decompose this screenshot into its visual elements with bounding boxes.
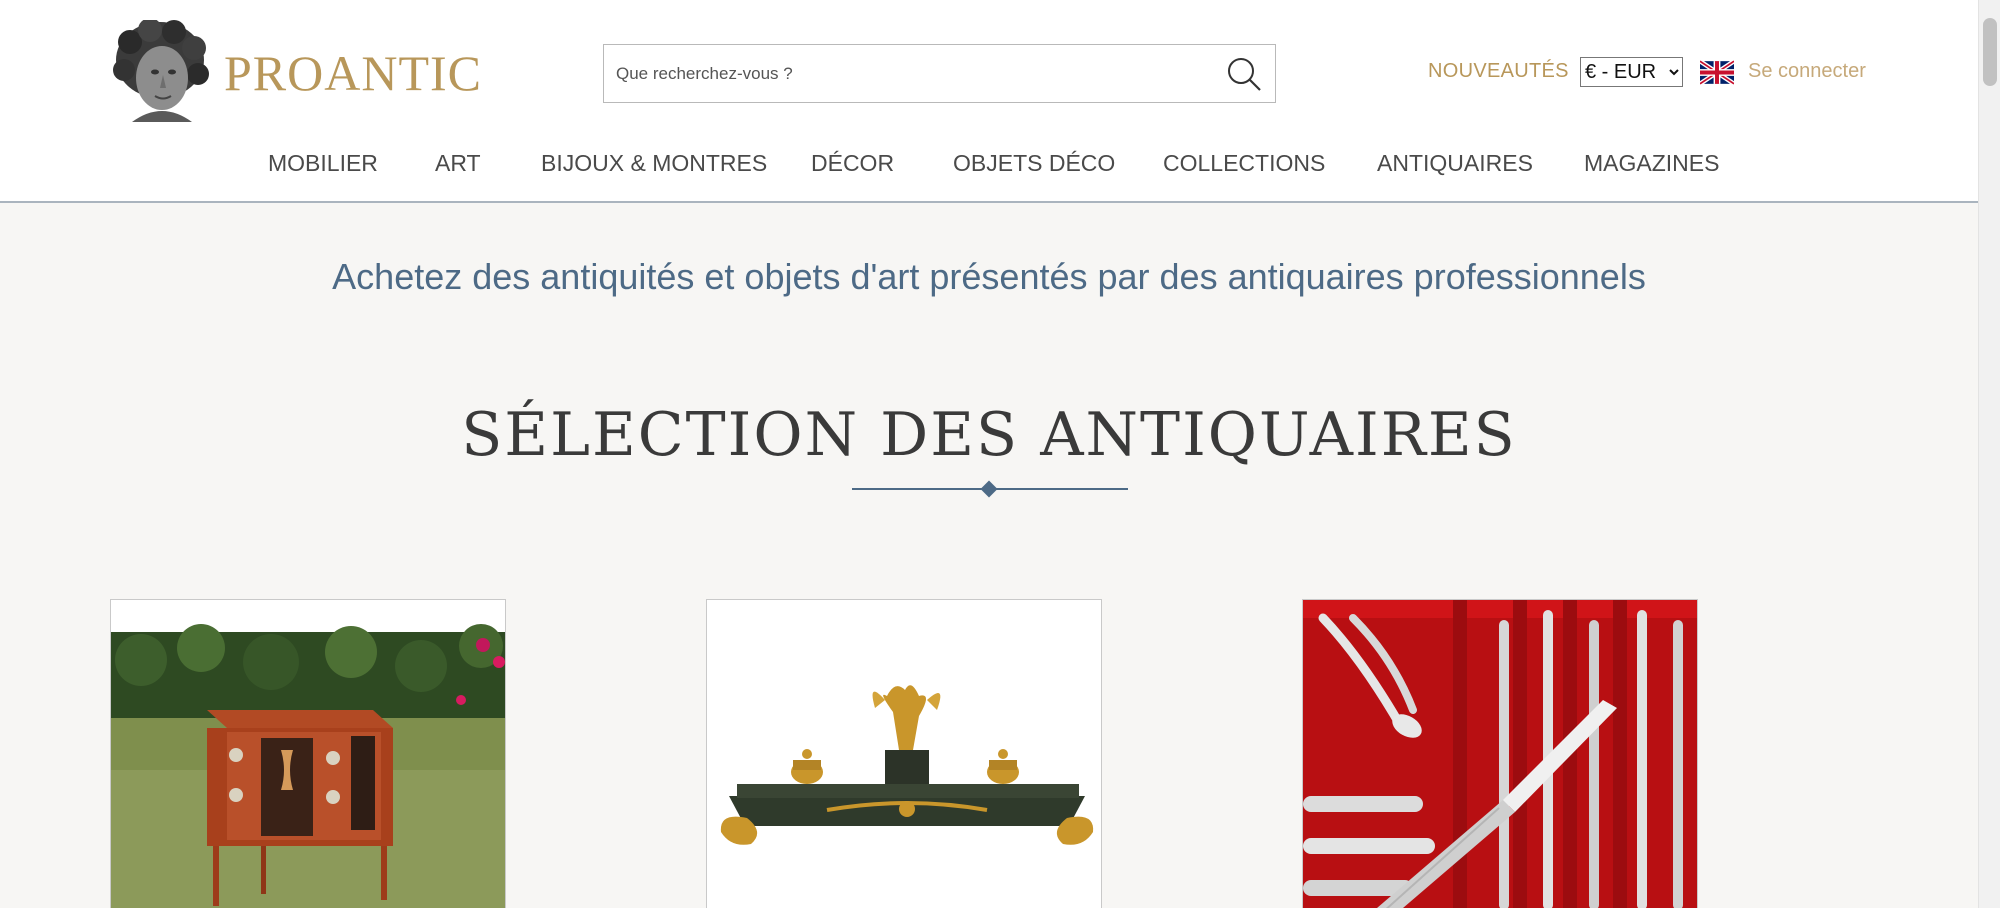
tagline: Achetez des antiquités et objets d'art p… [332, 256, 1646, 297]
search-input[interactable] [616, 45, 1196, 102]
nav-item-antiquaires[interactable]: ANTIQUAIRES [1377, 150, 1533, 177]
logo-bust-icon[interactable] [110, 18, 210, 122]
site-header: PROANTIC NOUVEAUTÉS € - EUR Se con [0, 0, 1978, 203]
empire-eagle-inkstand-photo [707, 600, 1101, 908]
nav-item-decor[interactable]: DÉCOR [811, 150, 894, 177]
brand-name[interactable]: PROANTIC [224, 44, 482, 102]
inlaid-commode-photo [111, 600, 505, 908]
nav-item-objets-deco[interactable]: OBJETS DÉCO [953, 150, 1115, 177]
news-link[interactable]: NOUVEAUTÉS [1428, 60, 1569, 83]
main-nav: MOBILIER ART BIJOUX & MONTRES DÉCOR OBJE… [0, 150, 1978, 180]
product-card-cutlery[interactable] [1302, 599, 1698, 908]
currency-select[interactable]: € - EUR [1580, 57, 1683, 87]
nav-item-mobilier[interactable]: MOBILIER [268, 150, 378, 177]
nav-item-art[interactable]: ART [435, 150, 481, 177]
search-bar [603, 44, 1276, 103]
nav-item-magazines[interactable]: MAGAZINES [1584, 150, 1719, 177]
uk-flag-icon[interactable] [1698, 59, 1736, 86]
page-scrollbar[interactable] [1978, 0, 2000, 908]
title-divider-diamond [980, 480, 998, 498]
nav-item-collections[interactable]: COLLECTIONS [1163, 150, 1325, 177]
login-link[interactable]: Se connecter [1748, 60, 1866, 83]
page: PROANTIC NOUVEAUTÉS € - EUR Se con [0, 0, 1978, 908]
scrollbar-thumb[interactable] [1983, 18, 1997, 86]
product-card-commode[interactable] [110, 599, 506, 908]
nav-item-bijoux-montres[interactable]: BIJOUX & MONTRES [541, 150, 767, 177]
search-icon[interactable] [1225, 55, 1263, 93]
product-card-inkstand[interactable] [706, 599, 1102, 908]
silver-cutlery-set-photo [1303, 600, 1697, 908]
section-title: SÉLECTION DES ANTIQUAIRES [461, 400, 1517, 470]
